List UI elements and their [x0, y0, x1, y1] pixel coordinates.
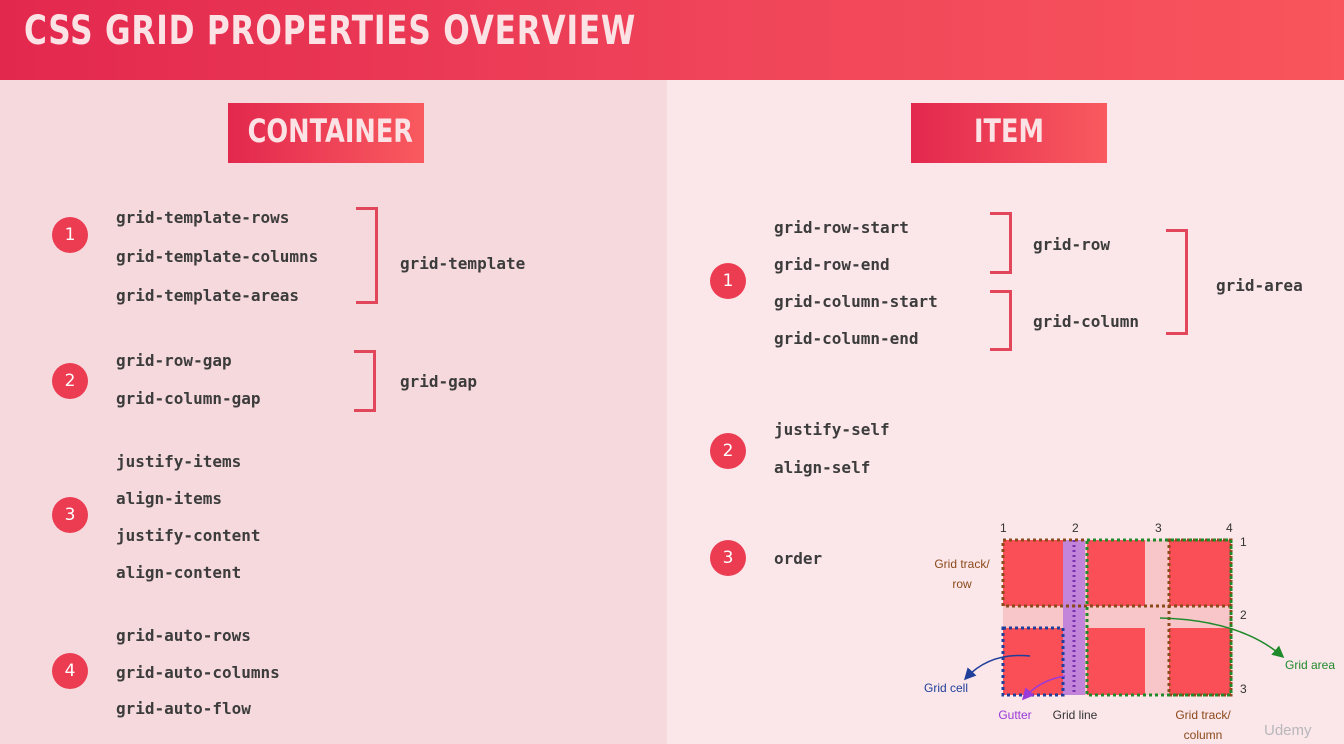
shorthand-grid-template: grid-template	[400, 254, 526, 273]
prop-grid-column-end: grid-column-end	[774, 329, 919, 348]
label-track-column-line1: Grid track/	[1175, 708, 1231, 722]
column-line-2: 2	[1072, 521, 1079, 535]
item-group-1-number: 1	[710, 263, 746, 299]
grid-cell	[1003, 540, 1063, 606]
grid-cell	[1087, 540, 1145, 606]
shorthand-grid-area: grid-area	[1216, 276, 1303, 295]
prop-align-content: align-content	[116, 563, 242, 582]
prop-justify-items: justify-items	[116, 452, 242, 471]
grid-cell	[1169, 628, 1231, 695]
container-heading: CONTAINER	[228, 103, 424, 163]
header-bar: CSS GRID PROPERTIES OVERVIEW	[0, 0, 1344, 80]
udemy-watermark: Udemy	[1264, 722, 1312, 739]
label-track-column-line2: column	[1184, 728, 1223, 742]
label-track-row-line2: row	[952, 577, 972, 591]
container-group-3-number: 3	[52, 497, 88, 533]
brace-grid-gap	[354, 350, 376, 412]
grid-cell	[1169, 540, 1231, 606]
row-line-2: 2	[1240, 608, 1247, 622]
row-line-3: 3	[1240, 682, 1247, 696]
shorthand-grid-row: grid-row	[1033, 235, 1111, 254]
prop-grid-template-rows: grid-template-rows	[116, 208, 290, 227]
label-grid-line: Grid line	[1053, 708, 1098, 722]
prop-grid-row-start: grid-row-start	[774, 218, 909, 237]
row-line-1: 1	[1240, 535, 1247, 549]
item-heading: ITEM	[911, 103, 1107, 163]
container-group-4-number: 4	[52, 653, 88, 689]
item-group-2-number: 2	[710, 433, 746, 469]
container-group-2-number: 2	[52, 363, 88, 399]
prop-justify-self: justify-self	[774, 420, 890, 439]
prop-grid-column-start: grid-column-start	[774, 292, 938, 311]
column-line-3: 3	[1155, 521, 1162, 535]
shorthand-grid-gap: grid-gap	[400, 372, 478, 391]
grid-cell	[1003, 628, 1063, 695]
brace-grid-area	[1166, 229, 1188, 335]
label-gutter: Gutter	[998, 708, 1031, 722]
label-track-row-line1: Grid track/	[934, 557, 990, 571]
prop-grid-template-columns: grid-template-columns	[116, 247, 319, 266]
item-group-3-number: 3	[710, 540, 746, 576]
column-line-1: 1	[1000, 521, 1007, 535]
prop-grid-row-end: grid-row-end	[774, 255, 890, 274]
prop-grid-auto-rows: grid-auto-rows	[116, 626, 251, 645]
brace-grid-template	[356, 207, 378, 304]
prop-grid-row-gap: grid-row-gap	[116, 351, 232, 370]
prop-align-items: align-items	[116, 489, 222, 508]
prop-order: order	[774, 549, 823, 568]
prop-align-self: align-self	[774, 458, 871, 477]
prop-justify-content: justify-content	[116, 526, 261, 545]
item-heading-label: ITEM	[974, 112, 1044, 150]
prop-grid-template-areas: grid-template-areas	[116, 286, 300, 305]
label-grid-cell: Grid cell	[924, 681, 968, 695]
prop-grid-auto-flow: grid-auto-flow	[116, 699, 251, 718]
container-heading-label: CONTAINER	[247, 112, 414, 150]
container-group-1-number: 1	[52, 217, 88, 253]
page-title: CSS GRID PROPERTIES OVERVIEW	[24, 8, 637, 54]
prop-grid-auto-columns: grid-auto-columns	[116, 663, 280, 682]
brace-grid-row	[990, 212, 1012, 274]
shorthand-grid-column: grid-column	[1033, 312, 1139, 331]
prop-grid-column-gap: grid-column-gap	[116, 389, 261, 408]
column-line-4: 4	[1226, 521, 1233, 535]
label-grid-area: Grid area	[1285, 658, 1335, 672]
grid-cell	[1087, 628, 1145, 695]
container-panel	[0, 80, 667, 744]
brace-grid-column	[990, 290, 1012, 351]
